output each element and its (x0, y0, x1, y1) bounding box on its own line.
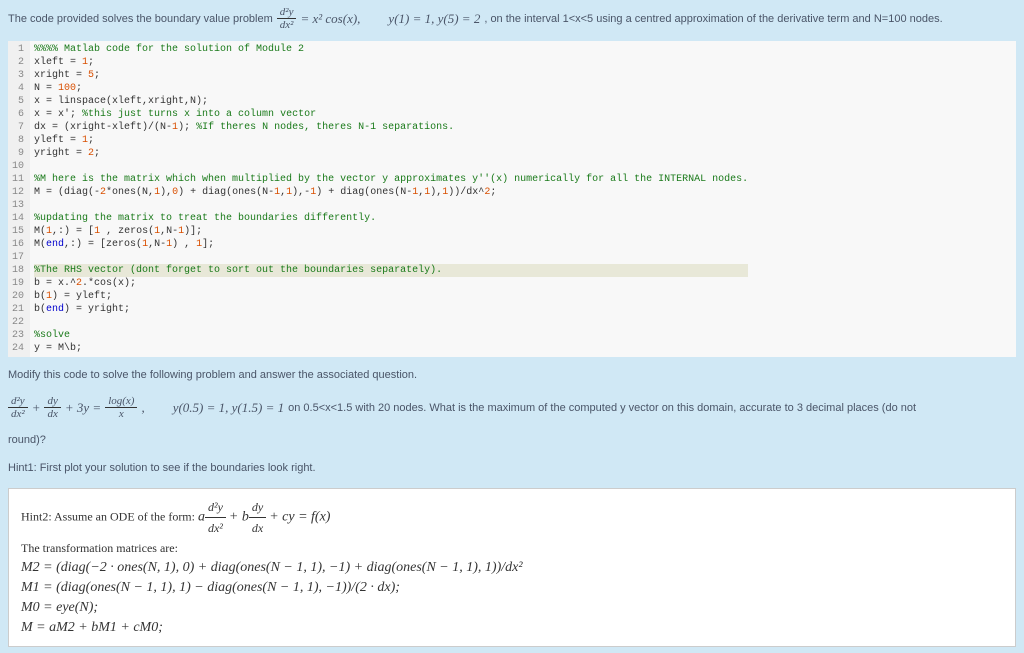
eq-d2y-frac: d²y dx² (8, 395, 28, 420)
hint2-box: Hint2: Assume an ODE of the form: a d²y … (8, 488, 1016, 647)
intro-text: The code provided solves the boundary va… (8, 13, 273, 25)
problem-statement: The code provided solves the boundary va… (0, 0, 1024, 37)
eq-dy-frac: dy dx (44, 395, 60, 420)
hint2-line1: Hint2: Assume an ODE of the form: a d²y … (21, 497, 1003, 538)
hint1-text: Hint1: First plot your solution to see i… (0, 454, 1024, 482)
code-content: %%%% Matlab code for the solution of Mod… (30, 41, 752, 357)
hint2-line2: The transformation matrices are: (21, 538, 1003, 558)
modify-tail: on 0.5<x<1.5 with 20 nodes. What is the … (288, 402, 916, 414)
eq-rhs-frac: log(x) x (105, 395, 137, 420)
hint2-m: M = aM2 + bM1 + cM0; (21, 618, 1003, 638)
modify-bc: y(0.5) = 1, y(1.5) = 1 (173, 400, 284, 416)
boundary-conditions: y(1) = 1, y(5) = 2 (388, 11, 480, 27)
hint2-m0: M0 = eye(N); (21, 598, 1003, 618)
modify-instruction: Modify this code to solve the following … (0, 361, 1024, 389)
hint2-m2: M2 = (diag(−2 · ones(N, 1), 0) + diag(on… (21, 558, 1003, 578)
modify-equation-row: d²y dx² + dy dx + 3y = log(x) x , y(0.5)… (0, 389, 1024, 426)
tail-text: , on the interval 1<x<5 using a centred … (484, 13, 942, 25)
equation-lhs-frac: d²y dx² (277, 6, 297, 31)
equation-rhs: = x² cos(x), (300, 11, 360, 27)
matlab-code-block: 1 2 3 4 5 6 7 8 9 10 11 12 13 14 15 16 1… (8, 41, 1016, 357)
code-line-numbers: 1 2 3 4 5 6 7 8 9 10 11 12 13 14 15 16 1… (8, 41, 30, 357)
hint2-m1: M1 = (diag(ones(N − 1, 1), 1) − diag(one… (21, 578, 1003, 598)
round-text: round)? (0, 426, 1024, 454)
